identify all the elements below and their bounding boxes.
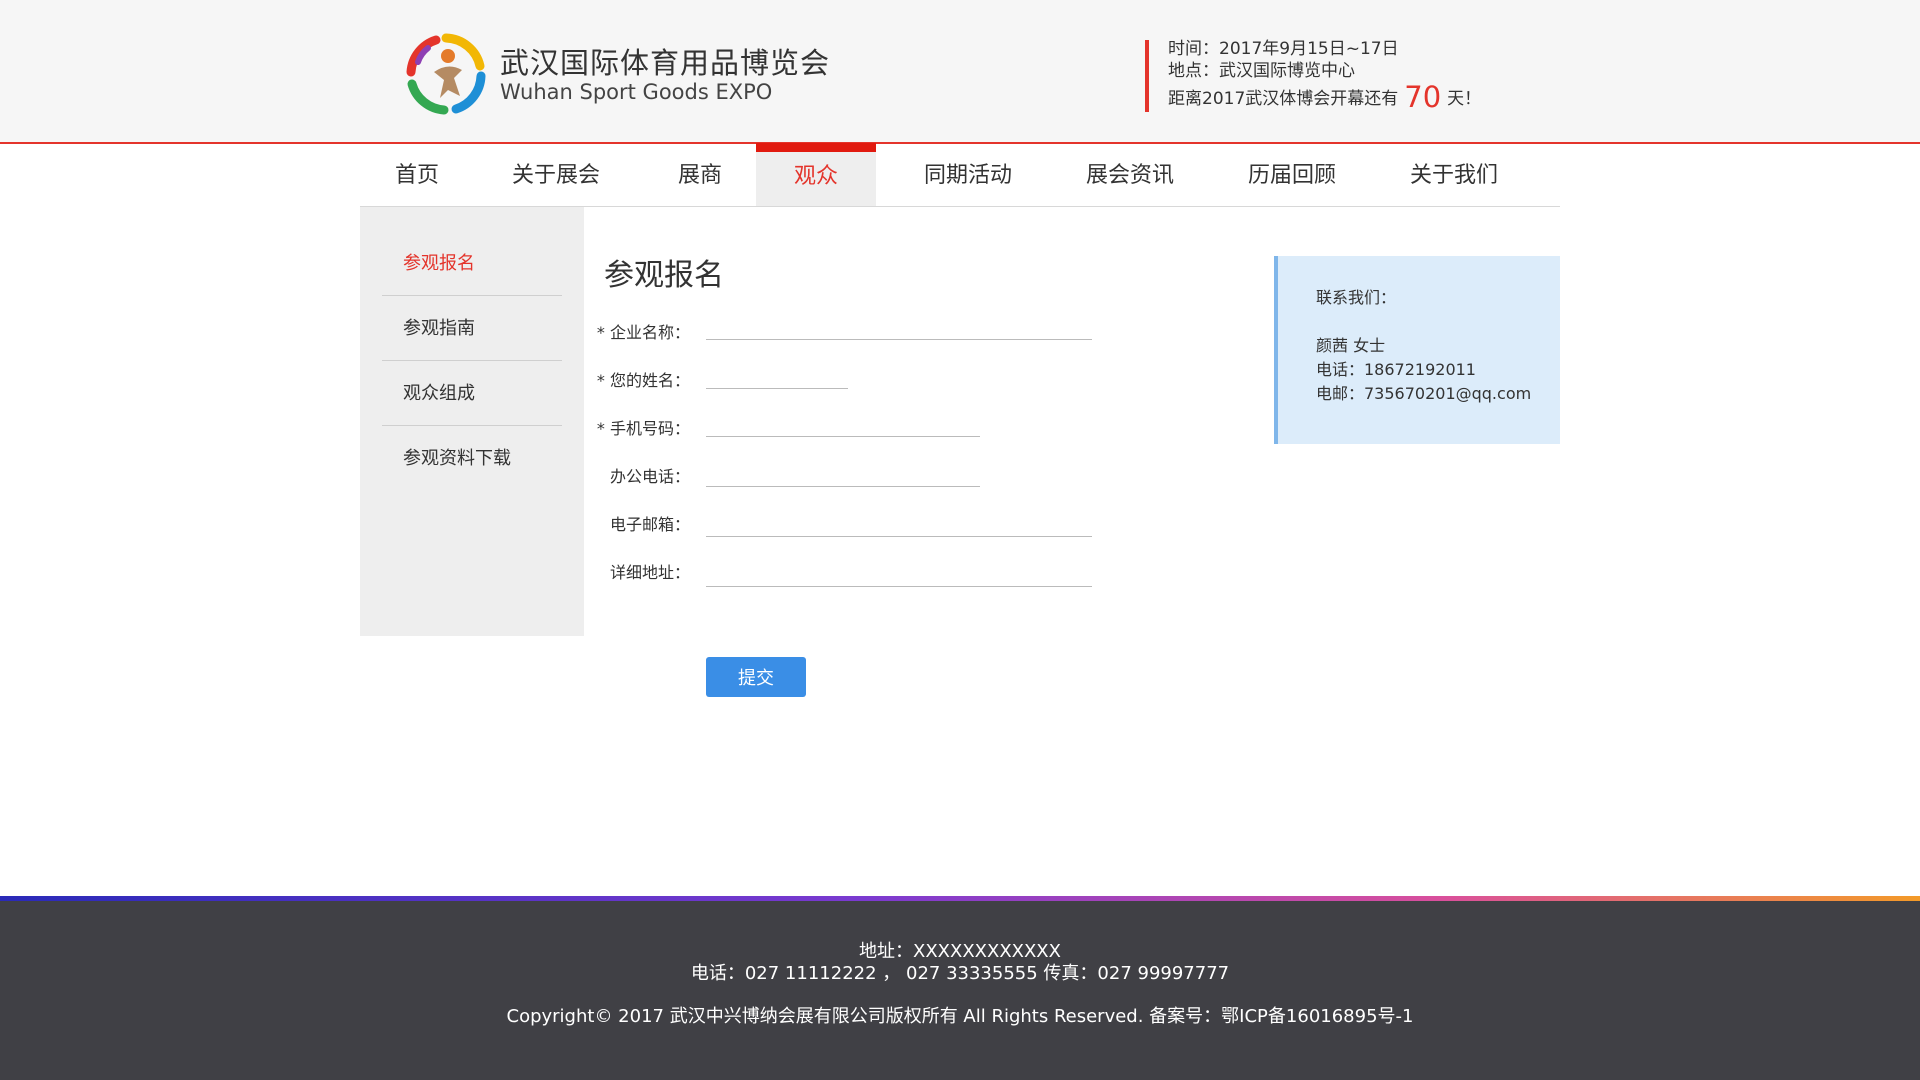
countdown-days: 70	[1404, 80, 1442, 114]
site-header: 武汉国际体育用品博览会 Wuhan Sport Goods EXPO 时间：20…	[0, 0, 1920, 144]
nav-item-home[interactable]: 首页	[378, 143, 456, 206]
countdown-line: 距离2017武汉体博会开幕还有 70 天！	[1168, 83, 1482, 112]
footer-copyright: Copyright© 2017 武汉中兴博纳会展有限公司版权所有 All Rig…	[506, 1006, 1414, 1027]
your-name-input[interactable]	[706, 363, 848, 389]
sidebar-item-audience[interactable]: 观众组成	[382, 362, 562, 426]
contact-box: 联系我们： 颜茜 女士 电话：18672192011 电邮：735670201@…	[1274, 256, 1560, 444]
email-label: 电子邮箱：	[609, 515, 690, 534]
office-phone-label: 办公电话：	[609, 467, 690, 486]
event-info: 时间：2017年9月15日~17日 地点：武汉国际博览中心 距离2017武汉体博…	[1168, 38, 1482, 112]
event-time: 时间：2017年9月15日~17日	[1168, 39, 1399, 59]
email-input[interactable]	[706, 511, 1092, 537]
contact-title: 联系我们：	[1316, 288, 1397, 307]
site-footer: 地址：XXXXXXXXXXXX 电话：027 11112222 ， 027 33…	[0, 901, 1920, 1080]
sidebar: 参观报名 参观指南 观众组成 参观资料下载	[360, 207, 584, 636]
nav-item-review[interactable]: 历届回顾	[1232, 143, 1352, 206]
brand-name-cn: 武汉国际体育用品博览会	[500, 46, 831, 80]
nav-item-visitors[interactable]: 观众	[756, 143, 876, 206]
sidebar-item-downloads[interactable]: 参观资料下载	[382, 427, 562, 491]
mobile-label: * 手机号码：	[596, 419, 690, 438]
address-input[interactable]	[706, 561, 1092, 587]
company-name-label: * 企业名称：	[596, 323, 690, 342]
nav-item-about-us[interactable]: 关于我们	[1394, 143, 1514, 206]
contact-name: 颜茜 女士	[1316, 336, 1386, 355]
brand-name-en: Wuhan Sport Goods EXPO	[500, 80, 773, 104]
company-name-input[interactable]	[706, 314, 1092, 340]
nav-item-exhibitors[interactable]: 展商	[660, 143, 740, 206]
nav-item-events[interactable]: 同期活动	[908, 143, 1028, 206]
countdown-suffix: 天！	[1447, 89, 1482, 109]
sport-expo-logo-icon[interactable]	[404, 32, 488, 116]
info-divider	[1145, 40, 1149, 112]
countdown-prefix: 距离2017武汉体博会开幕还有	[1168, 89, 1399, 109]
page-title: 参观报名	[604, 258, 724, 293]
address-label: 详细地址：	[609, 563, 690, 582]
main-nav: 首页 关于展会 展商 观众 同期活动 展会资讯 历届回顾 关于我们	[360, 143, 1560, 207]
event-place: 地点：武汉国际博览中心	[1168, 61, 1355, 81]
contact-phone: 电话：18672192011	[1316, 360, 1476, 379]
nav-item-news[interactable]: 展会资讯	[1070, 143, 1190, 206]
mobile-input[interactable]	[706, 411, 980, 437]
contact-email: 电邮：735670201@qq.com	[1316, 384, 1532, 403]
sidebar-item-registration[interactable]: 参观报名	[382, 232, 562, 296]
sidebar-item-guide[interactable]: 参观指南	[382, 297, 562, 361]
your-name-label: * 您的姓名：	[596, 371, 690, 390]
nav-item-about-expo[interactable]: 关于展会	[506, 143, 606, 206]
footer-phones: 电话：027 11112222 ， 027 33335555 传真：027 99…	[690, 963, 1230, 984]
office-phone-input[interactable]	[706, 461, 980, 487]
submit-button[interactable]: 提交	[706, 657, 806, 697]
